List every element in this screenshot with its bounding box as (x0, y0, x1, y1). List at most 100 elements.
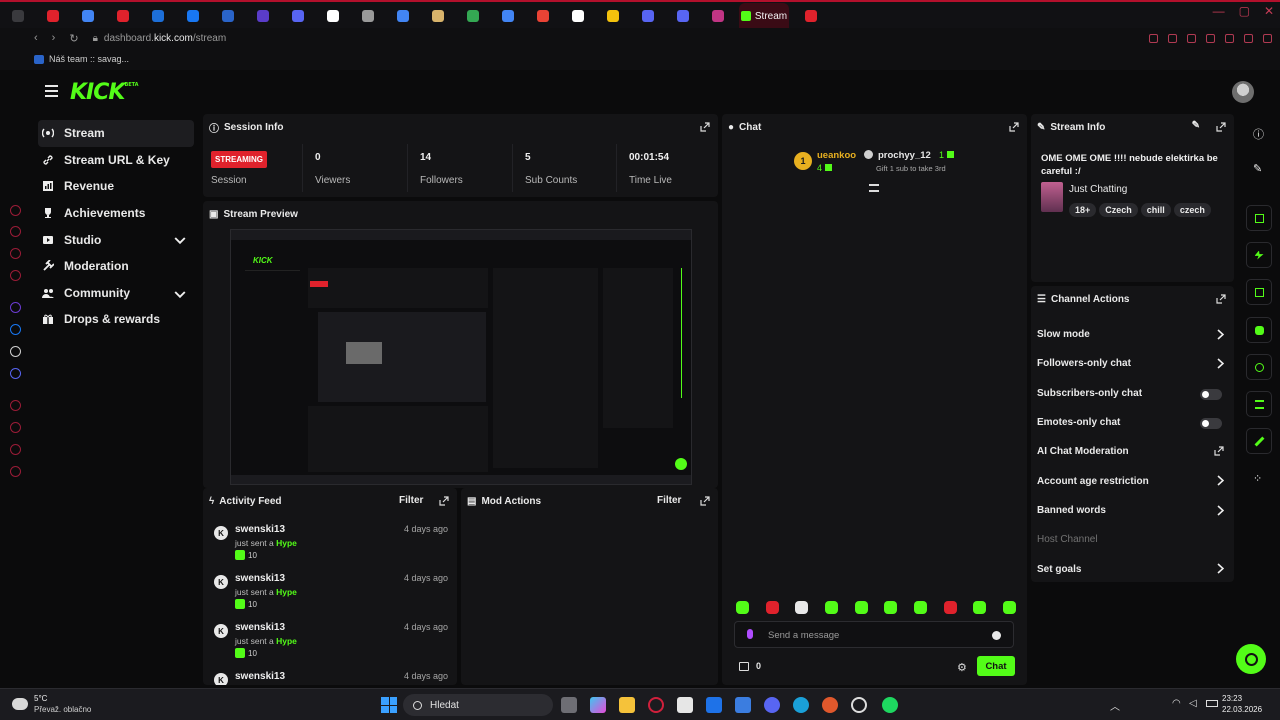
sidebar-app-icon[interactable] (10, 400, 21, 411)
quick-action-button[interactable] (1246, 428, 1272, 454)
username[interactable]: swenski13 (235, 524, 285, 535)
channel-action-ai-chat-moderation[interactable]: AI Chat Moderation (1031, 437, 1234, 466)
filter-button[interactable]: Filter (657, 495, 681, 506)
browser-tab[interactable] (560, 3, 595, 29)
popout-icon[interactable] (1216, 122, 1226, 132)
chevron-right-icon[interactable] (1217, 563, 1224, 574)
quick-action-button[interactable] (1246, 242, 1272, 268)
browser-tab[interactable] (245, 3, 280, 29)
url-field[interactable]: 🔒︎ dashboard.kick.com/stream (93, 33, 227, 44)
quick-action-button[interactable] (1246, 391, 1272, 417)
browser-tab[interactable] (455, 3, 490, 29)
toggle-switch[interactable] (1200, 388, 1222, 400)
sidebar-item-community[interactable]: Community (38, 280, 194, 307)
favorite-icon[interactable] (1225, 33, 1234, 43)
chevron-right-icon[interactable] (1217, 358, 1224, 369)
edge-icon[interactable] (793, 697, 809, 713)
minimize-icon[interactable]: — (1213, 4, 1225, 18)
browser-tab[interactable] (70, 3, 105, 29)
twitch-icon[interactable] (10, 302, 21, 313)
weather-text[interactable]: Převaž. oblačno (34, 705, 91, 714)
browser-tab[interactable] (315, 3, 350, 29)
filter-button[interactable]: Filter (399, 495, 423, 506)
file-explorer-icon[interactable] (619, 697, 635, 713)
forward-icon[interactable]: › (52, 32, 56, 45)
app-icon[interactable] (822, 697, 838, 713)
close-icon[interactable]: ✕ (1264, 4, 1274, 18)
copilot-icon[interactable] (590, 697, 606, 713)
avatar[interactable]: K (214, 673, 228, 685)
list-item[interactable]: Kswenski13 4 days ago just sent a Hype 10 (203, 567, 457, 616)
tray-chevron-icon[interactable]: ︿ (1110, 698, 1120, 713)
volume-icon[interactable]: ◁ (1189, 698, 1197, 709)
stream-tag[interactable]: czech (1173, 203, 1211, 217)
reader-icon[interactable] (1206, 33, 1215, 43)
browser-tab[interactable] (35, 3, 70, 29)
channel-action-slow-mode[interactable]: Slow mode (1031, 320, 1234, 349)
clock-time[interactable]: 23:23 (1222, 694, 1242, 703)
chat-input[interactable]: Send a message (734, 621, 1014, 648)
channel-action-subscribers-only-chat[interactable]: Subscribers-only chat (1031, 379, 1234, 408)
settings-icon[interactable] (851, 697, 867, 713)
sidebar-item-moderation[interactable]: Moderation (38, 253, 194, 280)
browser-tab[interactable] (595, 3, 630, 29)
opera-gx-icon[interactable] (648, 697, 664, 713)
microphone-icon[interactable] (747, 629, 753, 639)
avatar[interactable]: K (214, 624, 228, 638)
channel-action-banned-words[interactable]: Banned words (1031, 496, 1234, 525)
browser-tab[interactable] (140, 3, 175, 29)
popout-icon[interactable] (700, 496, 710, 506)
sidebar-item-drops-rewards[interactable]: Drops & rewards (38, 306, 194, 333)
weather-temp[interactable]: 5°C (34, 694, 47, 703)
sidebar-item-stream-url-key[interactable]: Stream URL & Key (38, 147, 194, 174)
channel-action-set-goals[interactable]: Set goals (1031, 554, 1234, 582)
sidebar-item-revenue[interactable]: Revenue (38, 173, 194, 200)
kick-balance[interactable]: 0 (739, 661, 761, 671)
clock-date[interactable]: 22.03.2026 (1222, 705, 1262, 714)
emote-icon[interactable] (795, 601, 809, 614)
sidebar-app-icon[interactable] (10, 270, 21, 281)
edit-layout-icon[interactable]: ✎ (1253, 162, 1262, 175)
list-item[interactable]: Kswenski13 4 days ago (203, 665, 457, 685)
sidebar-item-stream[interactable]: Stream (38, 120, 194, 147)
stream-tag[interactable]: chill (1140, 203, 1171, 217)
channel-action-followers-only-chat[interactable]: Followers-only chat (1031, 349, 1234, 378)
quick-action-button[interactable] (1246, 279, 1272, 305)
popout-icon[interactable] (1009, 122, 1019, 132)
download-icon[interactable] (1244, 33, 1253, 43)
popout-icon[interactable] (1216, 294, 1226, 304)
emote-icon[interactable] (913, 601, 927, 614)
avatar[interactable]: K (214, 526, 228, 540)
gifter-name[interactable]: prochyy_12 (878, 150, 931, 161)
chat-username[interactable]: ueankoo (817, 150, 856, 161)
screenshot-icon[interactable] (1168, 33, 1177, 43)
emote-icon[interactable] (765, 601, 779, 614)
emote-icon[interactable] (824, 601, 838, 614)
network-icon[interactable]: ◠ (1172, 698, 1181, 709)
browser-tab[interactable] (175, 3, 210, 29)
quick-action-button[interactable] (1246, 205, 1272, 231)
stream-preview-video[interactable]: KICK (230, 229, 692, 485)
browser-tab-active[interactable]: Stream (739, 3, 789, 29)
list-item[interactable]: Kswenski13 4 days ago just sent a Hype 10 (203, 518, 457, 567)
sidebar-item-achievements[interactable]: Achievements (38, 200, 194, 227)
emote-icon[interactable] (943, 601, 957, 614)
emote-icon[interactable] (1002, 601, 1016, 614)
more-icon[interactable]: ⁘ (1253, 472, 1262, 485)
browser-tab[interactable] (350, 3, 385, 29)
store-icon[interactable] (677, 697, 693, 713)
sidebar-app-icon[interactable] (10, 248, 21, 259)
browser-tab[interactable] (665, 3, 700, 29)
battery-icon[interactable] (1206, 700, 1218, 707)
emoji-icon[interactable] (992, 631, 1001, 640)
emote-icon[interactable] (736, 601, 749, 614)
category-name[interactable]: Just Chatting (1069, 184, 1127, 195)
discord-icon[interactable] (764, 697, 780, 713)
help-button[interactable] (1236, 644, 1266, 674)
external-link-icon[interactable] (1214, 446, 1224, 456)
reload-icon[interactable]: ↻ (69, 32, 78, 45)
channel-action-emotes-only-chat[interactable]: Emotes-only chat (1031, 408, 1234, 437)
quick-action-button[interactable] (1246, 317, 1272, 343)
list-item[interactable]: Kswenski13 4 days ago just sent a Hype 10 (203, 616, 457, 665)
chat-settings-icon[interactable]: ⚙︎ (957, 661, 967, 674)
